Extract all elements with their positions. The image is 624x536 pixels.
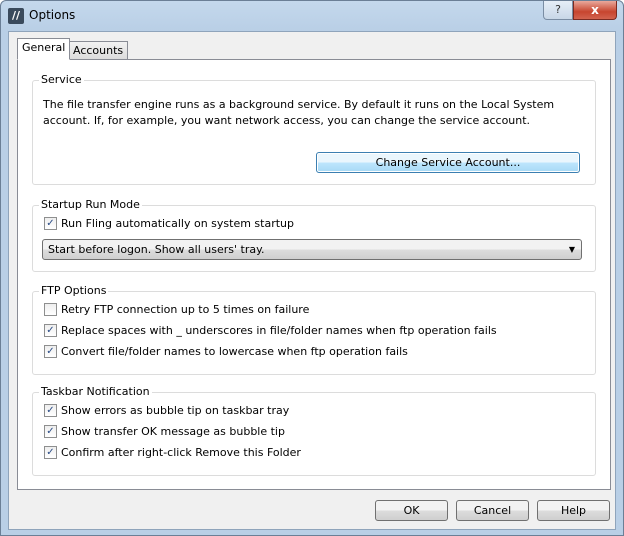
close-button[interactable]: x xyxy=(573,1,617,20)
change-service-account-button[interactable]: Change Service Account... xyxy=(316,152,580,173)
ftp-group: FTP Options Retry FTP connection up to 5… xyxy=(32,284,596,375)
lowercase-names-checkbox[interactable]: ✓ Convert file/folder names to lowercase … xyxy=(44,345,408,358)
cancel-button[interactable]: Cancel xyxy=(456,500,529,521)
check-icon: ✓ xyxy=(44,446,57,459)
check-icon: ✓ xyxy=(44,425,57,438)
help-button[interactable]: Help xyxy=(537,500,610,521)
tab-general[interactable]: General xyxy=(17,38,71,60)
checkbox-label: Show transfer OK message as bubble tip xyxy=(61,425,285,438)
checkbox-label: Show errors as bubble tip on taskbar tra… xyxy=(61,404,290,417)
service-label: Service xyxy=(39,73,84,86)
service-description: The file transfer engine runs as a backg… xyxy=(43,98,555,127)
run-at-startup-checkbox[interactable]: ✓ Run Fling automatically on system star… xyxy=(44,217,294,230)
checkbox-label: Confirm after right-click Remove this Fo… xyxy=(61,446,301,459)
check-icon: ✓ xyxy=(44,345,57,358)
help-title-button[interactable]: ? xyxy=(543,1,573,20)
chevron-down-icon: ▼ xyxy=(568,245,575,254)
startup-group: Startup Run Mode ✓ Run Fling automatical… xyxy=(32,198,596,272)
check-icon: ✓ xyxy=(44,404,57,417)
window-title: Options xyxy=(29,8,76,22)
checkbox-label: Run Fling automatically on system startu… xyxy=(61,217,295,230)
ftp-label: FTP Options xyxy=(39,284,109,297)
check-icon: ✓ xyxy=(44,324,57,337)
options-window: // Options ? x General Accounts Service … xyxy=(0,0,624,536)
startup-label: Startup Run Mode xyxy=(39,198,142,211)
show-transfer-ok-checkbox[interactable]: ✓ Show transfer OK message as bubble tip xyxy=(44,425,285,438)
show-errors-checkbox[interactable]: ✓ Show errors as bubble tip on taskbar tr… xyxy=(44,404,289,417)
confirm-remove-checkbox[interactable]: ✓ Confirm after right-click Remove this F… xyxy=(44,446,301,459)
tab-accounts[interactable]: Accounts xyxy=(68,41,129,59)
app-icon: // xyxy=(8,8,24,24)
checkbox-label: Replace spaces with _ underscores in fil… xyxy=(61,324,497,337)
taskbar-group: Taskbar Notification ✓ Show errors as bub… xyxy=(32,385,596,476)
taskbar-label: Taskbar Notification xyxy=(39,385,152,398)
startup-mode-dropdown[interactable]: Start before logon. Show all users' tray… xyxy=(42,239,582,260)
checkbox-icon xyxy=(44,303,57,316)
checkbox-label: Retry FTP connection up to 5 times on fa… xyxy=(61,303,310,316)
check-icon: ✓ xyxy=(44,217,57,230)
checkbox-label: Convert file/folder names to lowercase w… xyxy=(61,345,408,358)
service-group: Service The file transfer engine runs as… xyxy=(32,73,596,185)
ok-button[interactable]: OK xyxy=(375,500,448,521)
dropdown-value: Start before logon. Show all users' tray… xyxy=(48,243,265,256)
replace-spaces-checkbox[interactable]: ✓ Replace spaces with _ underscores in fi… xyxy=(44,324,497,337)
general-panel: Service The file transfer engine runs as… xyxy=(17,59,611,490)
retry-ftp-checkbox[interactable]: Retry FTP connection up to 5 times on fa… xyxy=(44,303,309,316)
dialog-client: General Accounts Service The file transf… xyxy=(8,31,616,530)
